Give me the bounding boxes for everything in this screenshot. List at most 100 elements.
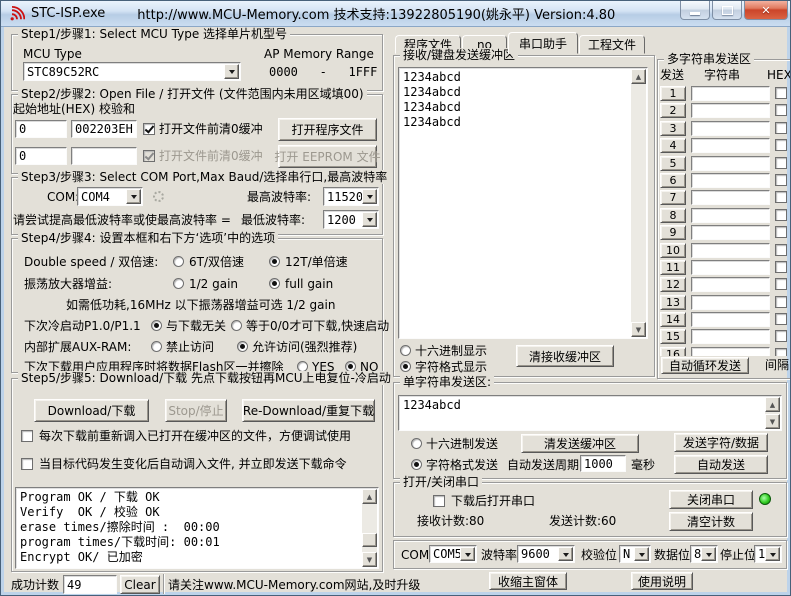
scroll-up-icon[interactable]: ▲: [362, 489, 377, 504]
baud-dropdown-icon[interactable]: [558, 547, 573, 561]
redownload-button[interactable]: Re-Download/重复下载: [242, 399, 375, 422]
radio-allow-access[interactable]: [237, 341, 248, 352]
checksum-input-1[interactable]: 002203EH: [71, 120, 137, 138]
hex-checkbox-12[interactable]: [775, 278, 787, 290]
send-string-button-9[interactable]: 9: [660, 225, 686, 240]
send-scrollbar[interactable]: ▲ ▼: [765, 397, 780, 429]
receive-buffer-area[interactable]: 1234abcd 1234abcd 1234abcd 1234abcd ▲ ▼: [398, 67, 648, 339]
multi-string-input-14[interactable]: [691, 312, 770, 327]
hex-checkbox-9[interactable]: [775, 226, 787, 238]
hex-checkbox-1[interactable]: [775, 87, 787, 99]
clear-counts-button[interactable]: 清空计数: [669, 512, 753, 531]
serial-com-dropdown-icon[interactable]: [460, 547, 475, 561]
max-baud-select[interactable]: 115200: [323, 187, 379, 206]
multi-string-input-6[interactable]: [691, 173, 770, 188]
stopbits-select[interactable]: 1: [754, 545, 782, 563]
send-string-button-5[interactable]: 5: [660, 156, 686, 171]
radio-char-display[interactable]: [400, 361, 411, 372]
stopbits-dropdown-icon[interactable]: [765, 547, 780, 561]
radio-half-gain[interactable]: [173, 278, 184, 289]
hex-checkbox-10[interactable]: [775, 244, 787, 256]
send-buffer-area[interactable]: 1234abcd ▲ ▼: [398, 395, 782, 431]
hex-checkbox-15[interactable]: [775, 330, 787, 342]
titlebar[interactable]: STC-ISP.exe http://www.MCU-Memory.com 技术…: [1, 1, 790, 27]
radio-hex-send[interactable]: [411, 438, 422, 449]
multi-string-input-2[interactable]: [691, 103, 770, 118]
max-baud-dropdown-icon[interactable]: [362, 189, 377, 204]
multi-string-input-7[interactable]: [691, 190, 770, 205]
hex-checkbox-11[interactable]: [775, 261, 787, 273]
com-port-dropdown-icon[interactable]: [126, 189, 141, 204]
radio-download-unrelated[interactable]: [151, 320, 162, 331]
mcu-type-dropdown-icon[interactable]: [224, 64, 239, 79]
send-string-button-15[interactable]: 15: [660, 329, 686, 344]
multi-string-input-5[interactable]: [691, 156, 770, 171]
log-scrollbar-thumb[interactable]: [362, 533, 377, 547]
maximize-button[interactable]: [712, 1, 742, 20]
send-string-button-7[interactable]: 7: [660, 190, 686, 205]
receive-scrollbar[interactable]: ▲ ▼: [631, 69, 646, 337]
scroll-down-icon[interactable]: ▼: [631, 322, 646, 337]
hex-checkbox-8[interactable]: [775, 209, 787, 221]
hex-checkbox-2[interactable]: [775, 104, 787, 116]
multi-string-input-16[interactable]: [691, 347, 770, 356]
clear-receive-buffer-button[interactable]: 清接收缓冲区: [516, 345, 614, 367]
autoload-on-change-checkbox[interactable]: [21, 458, 33, 470]
log-scrollbar[interactable]: ▲ ▼: [362, 489, 377, 567]
hex-checkbox-7[interactable]: [775, 191, 787, 203]
radio-hex-display[interactable]: [400, 345, 411, 356]
send-string-button-11[interactable]: 11: [660, 260, 686, 275]
checksum-input-2[interactable]: [71, 147, 137, 165]
success-count-input[interactable]: 49: [63, 575, 117, 594]
scroll-down-icon[interactable]: ▼: [765, 414, 780, 429]
radio-char-send[interactable]: [411, 459, 422, 470]
tab-project-file[interactable]: 工程文件: [579, 35, 645, 54]
serial-com-select[interactable]: COM5: [429, 545, 477, 563]
auto-loop-send-button[interactable]: 自动循环发送: [661, 357, 749, 374]
send-string-button-2[interactable]: 2: [660, 103, 686, 118]
hex-checkbox-13[interactable]: [775, 296, 787, 308]
parity-select[interactable]: N: [619, 545, 651, 563]
hex-checkbox-5[interactable]: [775, 157, 787, 169]
databits-select[interactable]: 8: [690, 545, 718, 563]
hex-checkbox-6[interactable]: [775, 174, 787, 186]
download-log[interactable]: Program OK / 下载 OK Verify OK / 校验 OK era…: [15, 487, 379, 569]
send-string-button-8[interactable]: 8: [660, 208, 686, 223]
radio-full-gain[interactable]: [269, 278, 280, 289]
multi-string-input-10[interactable]: [691, 243, 770, 258]
send-string-button-12[interactable]: 12: [660, 277, 686, 292]
send-string-button-4[interactable]: 4: [660, 138, 686, 153]
minimize-button[interactable]: [680, 1, 710, 20]
multi-string-input-1[interactable]: [691, 86, 770, 101]
open-port-after-download-checkbox[interactable]: [433, 495, 445, 507]
send-string-button-13[interactable]: 13: [660, 295, 686, 310]
min-baud-dropdown-icon[interactable]: [362, 212, 377, 227]
multi-string-input-4[interactable]: [691, 138, 770, 153]
start-addr-input-1[interactable]: 0: [15, 120, 67, 138]
close-port-button[interactable]: 关闭串口: [669, 490, 753, 509]
shrink-window-button[interactable]: 收缩主窗体: [489, 572, 567, 590]
reload-before-download-checkbox[interactable]: [21, 430, 33, 442]
hex-checkbox-3[interactable]: [775, 122, 787, 134]
com-port-select[interactable]: COM4: [77, 187, 143, 206]
download-button[interactable]: Download/下载: [34, 399, 149, 422]
hex-checkbox-16[interactable]: [775, 348, 787, 356]
send-string-button-16[interactable]: 16: [660, 347, 686, 356]
open-program-file-button[interactable]: 打开程序文件: [278, 118, 377, 141]
multi-string-input-8[interactable]: [691, 208, 770, 223]
auto-send-period-input[interactable]: 1000: [580, 455, 626, 472]
radio-12t[interactable]: [269, 256, 280, 267]
multi-string-input-15[interactable]: [691, 329, 770, 344]
multi-string-input-9[interactable]: [691, 225, 770, 240]
multi-string-input-12[interactable]: [691, 277, 770, 292]
help-button[interactable]: 使用说明: [631, 572, 693, 590]
send-string-button-1[interactable]: 1: [660, 86, 686, 101]
radio-zero-required[interactable]: [231, 320, 242, 331]
databits-dropdown-icon[interactable]: [701, 547, 716, 561]
tab-serial-assistant[interactable]: 串口助手: [508, 32, 578, 54]
multi-string-input-3[interactable]: [691, 121, 770, 136]
min-baud-select[interactable]: 1200: [323, 210, 379, 229]
scroll-up-icon[interactable]: ▲: [631, 69, 646, 84]
send-string-button-6[interactable]: 6: [660, 173, 686, 188]
start-addr-input-2[interactable]: 0: [15, 147, 67, 165]
